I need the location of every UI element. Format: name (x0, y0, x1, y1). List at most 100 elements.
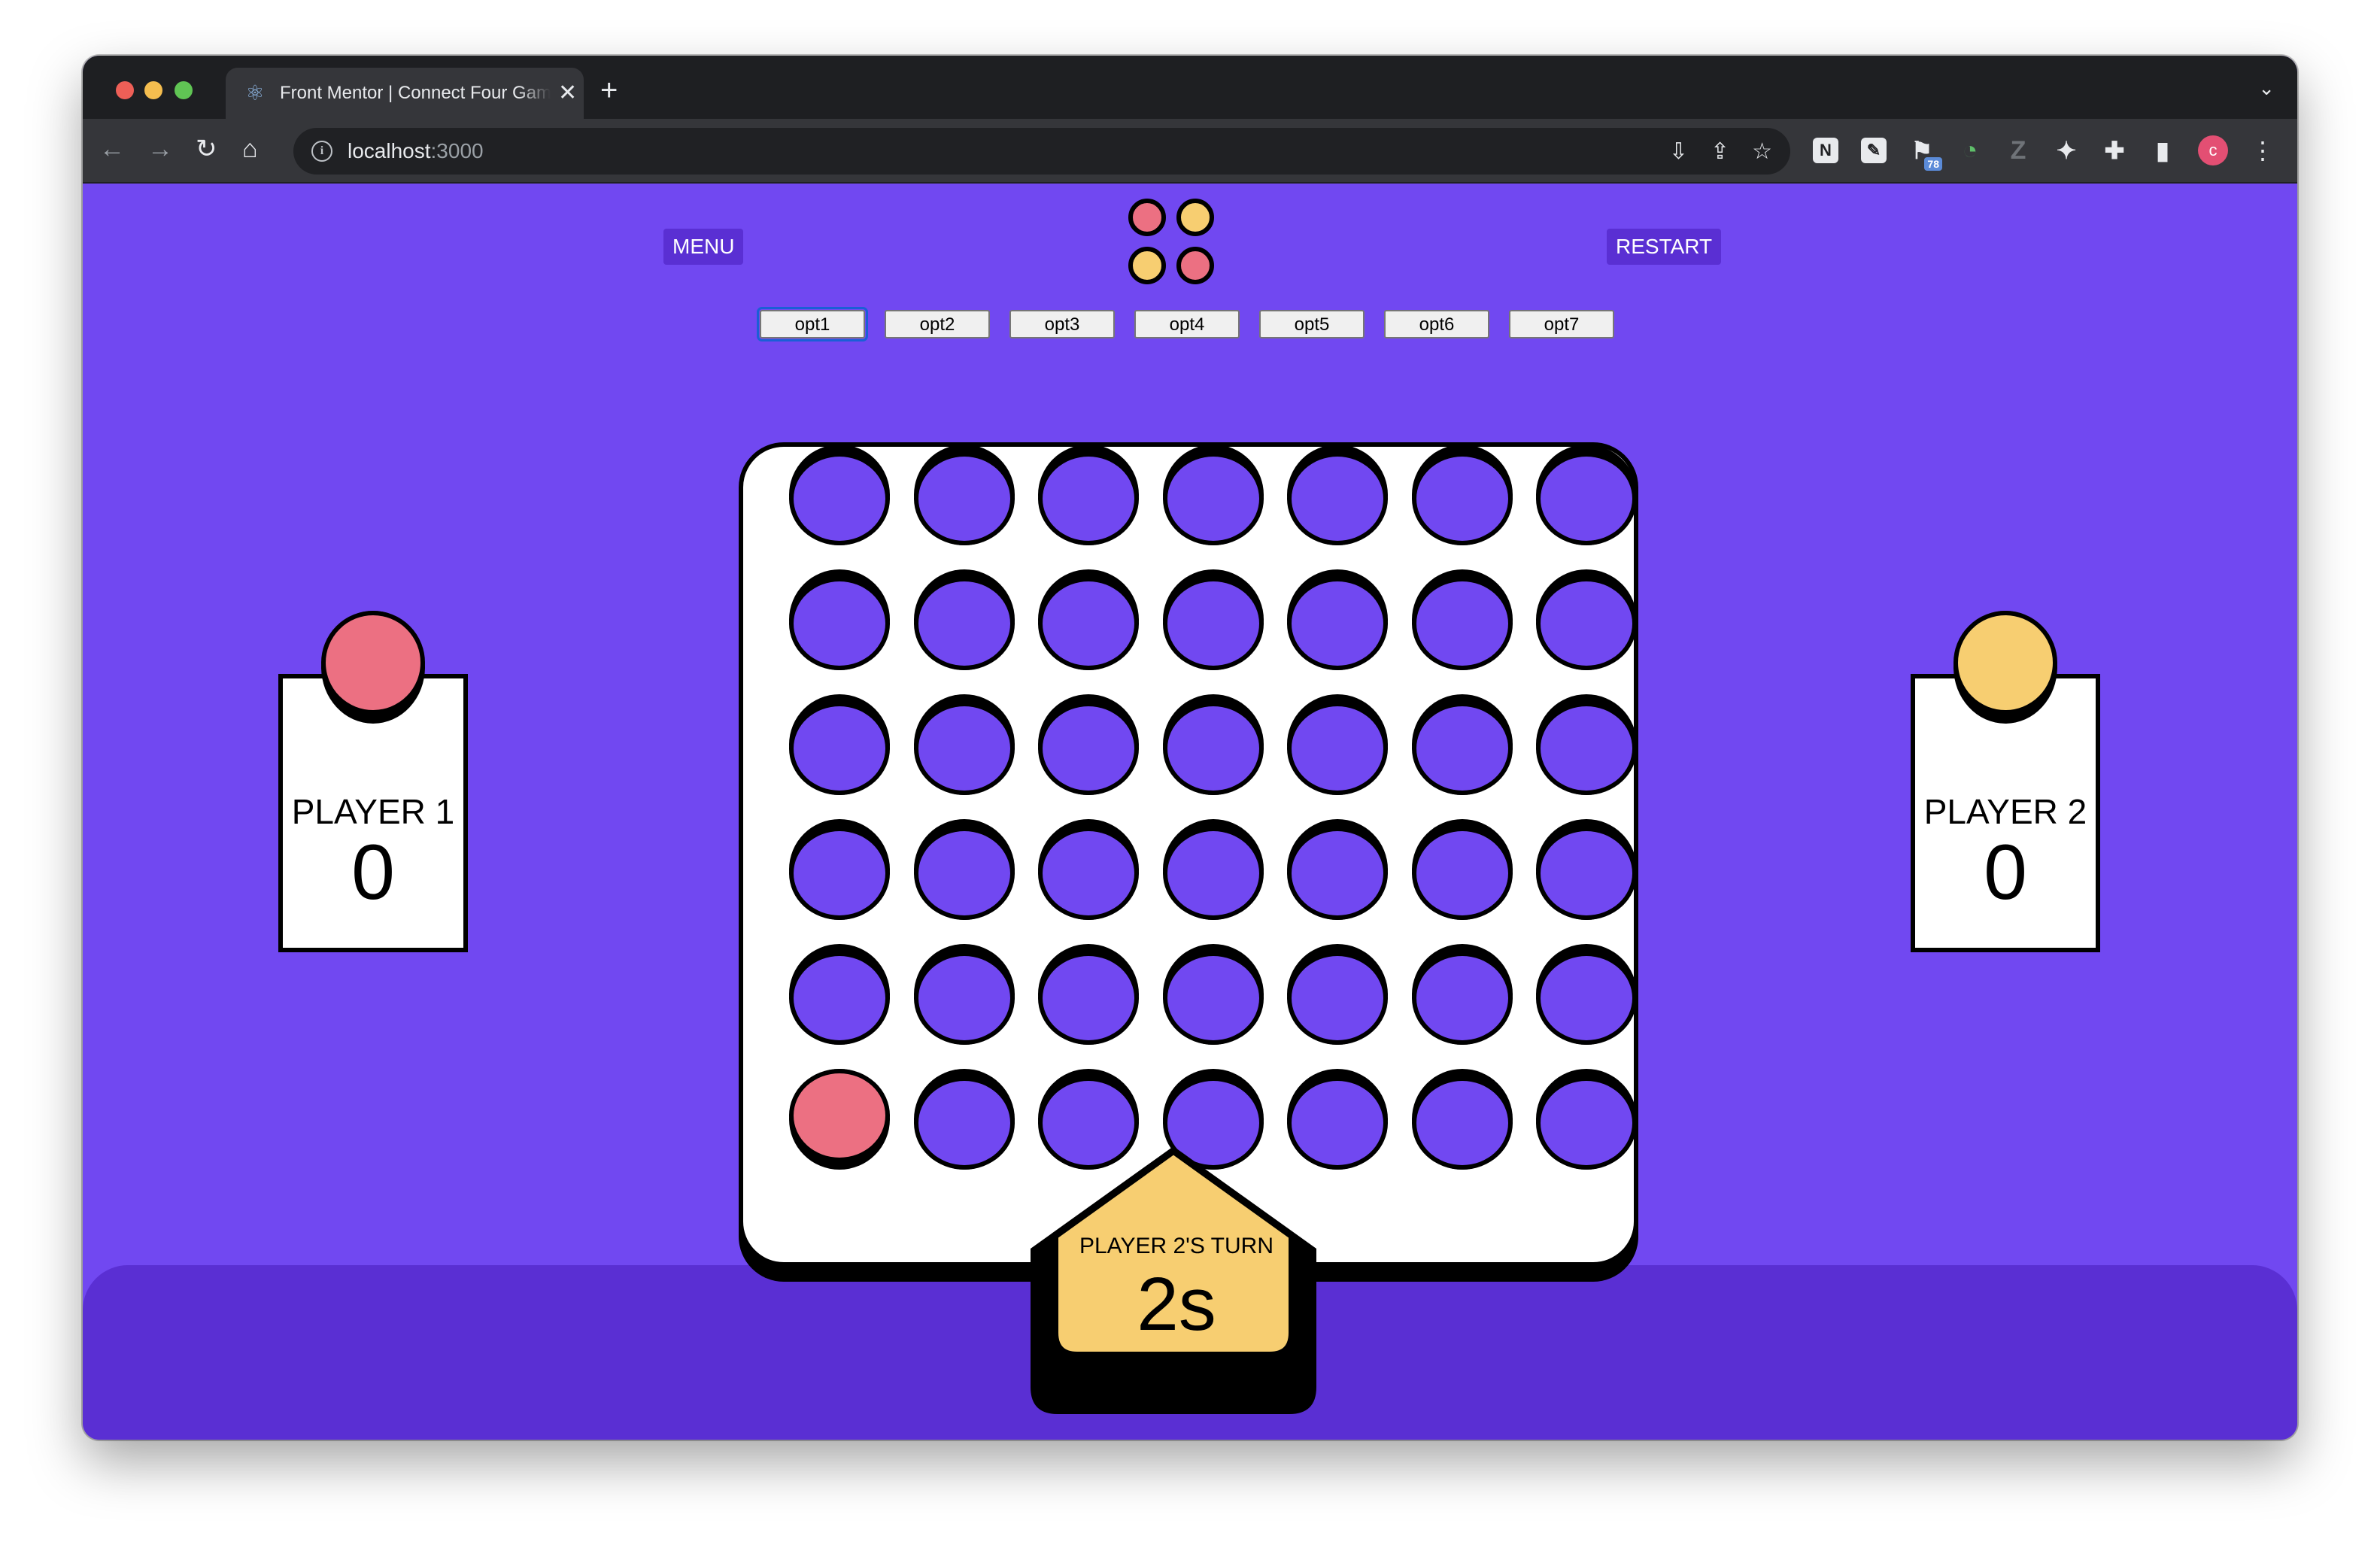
board-cell[interactable] (913, 445, 1015, 545)
board-cell[interactable] (789, 694, 890, 795)
edit-extension-icon[interactable]: ✎ (1861, 138, 1887, 163)
close-tab-icon[interactable]: ✕ (558, 82, 577, 105)
install-app-icon[interactable]: ⇩ (1669, 138, 1688, 165)
board-cell[interactable] (1038, 445, 1139, 545)
empty-slot (1162, 827, 1264, 920)
board-cell[interactable] (1411, 445, 1513, 545)
empty-slot (1536, 577, 1637, 670)
board-cell[interactable] (1411, 1069, 1513, 1170)
column-options: opt1 opt2 opt3 opt4 opt5 opt6 opt7 (757, 307, 1614, 341)
board-cell[interactable] (789, 1069, 890, 1170)
player-1-name: PLAYER 1 (291, 792, 455, 831)
board-cell[interactable] (1287, 445, 1388, 545)
board-cell[interactable] (1411, 819, 1513, 920)
empty-slot (1536, 1076, 1637, 1170)
board-cell[interactable] (789, 819, 890, 920)
board-cell[interactable] (789, 944, 890, 1045)
back-icon[interactable]: ← (99, 132, 125, 165)
profile-avatar[interactable]: c (2198, 135, 2228, 165)
board-cell[interactable] (1536, 819, 1637, 920)
reload-icon[interactable]: ↻ (196, 132, 217, 165)
column-option-4[interactable]: opt4 (1134, 310, 1240, 338)
board-cell[interactable] (1038, 944, 1139, 1045)
flag-extension-icon[interactable]: ⚑ 78 (1909, 138, 1942, 171)
turn-indicator: PLAYER 2'S TURN 2s (1031, 1146, 1316, 1414)
empty-slot (1536, 952, 1637, 1045)
empty-slot (1411, 952, 1513, 1045)
board-cell[interactable] (1162, 445, 1264, 545)
browser-tab[interactable]: ⚛ Front Mentor | Connect Four Game ✕ (226, 68, 584, 119)
new-tab-icon[interactable]: + (600, 72, 618, 108)
empty-slot (789, 827, 890, 920)
timer-extension-icon[interactable]: ◔ (1957, 138, 1983, 163)
board-cell[interactable] (913, 944, 1015, 1045)
column-option-1[interactable]: opt1 (757, 307, 868, 341)
empty-slot (789, 577, 890, 670)
sidebar-toggle-icon[interactable]: ▮ (2150, 138, 2175, 163)
empty-slot (1038, 702, 1139, 795)
empty-slot (789, 702, 890, 795)
share-icon[interactable]: ⇪ (1711, 138, 1729, 165)
board-cell[interactable] (1162, 694, 1264, 795)
empty-slot (1162, 702, 1264, 795)
tab-strip: ⚛ Front Mentor | Connect Four Game ✕ + ⌄ (83, 56, 2297, 119)
column-option-6[interactable]: opt6 (1384, 310, 1489, 338)
board-cell[interactable] (1287, 694, 1388, 795)
restart-button[interactable]: RESTART (1607, 229, 1722, 265)
logo-disc (1176, 247, 1214, 284)
board-cell[interactable] (1411, 694, 1513, 795)
column-option-3[interactable]: opt3 (1009, 310, 1115, 338)
close-window-button[interactable] (116, 81, 134, 99)
board-cell[interactable] (1536, 1069, 1637, 1170)
bookmark-star-icon[interactable]: ☆ (1752, 138, 1772, 165)
url-port: :3000 (430, 139, 484, 162)
empty-slot (1411, 702, 1513, 795)
board-cell[interactable] (1162, 819, 1264, 920)
magic-extension-icon[interactable]: ✦ (2054, 138, 2079, 163)
turn-label: PLAYER 2'S TURN (1079, 1234, 1273, 1258)
menu-button[interactable]: MENU (663, 229, 744, 265)
board-cell[interactable] (1038, 819, 1139, 920)
board-cell[interactable] (913, 694, 1015, 795)
column-option-5[interactable]: opt5 (1259, 310, 1365, 338)
home-icon[interactable]: ⌂ (242, 132, 258, 165)
board-cell[interactable] (1536, 694, 1637, 795)
column-option-2[interactable]: opt2 (885, 310, 990, 338)
empty-slot (1287, 952, 1388, 1045)
column-option-7[interactable]: opt7 (1509, 310, 1614, 338)
browser-toolbar: ← → ↻ ⌂ i localhost:3000 ⇩ ⇪ ☆ N ✎ ⚑ 78 ◔… (83, 119, 2297, 184)
forward-icon[interactable]: → (147, 132, 173, 165)
board-cell[interactable] (1287, 819, 1388, 920)
board-cell[interactable] (1411, 944, 1513, 1045)
minimize-window-button[interactable] (144, 81, 162, 99)
board-cell[interactable] (1536, 445, 1637, 545)
board-cell[interactable] (1038, 569, 1139, 670)
board-cell[interactable] (1287, 944, 1388, 1045)
logo-disc (1128, 199, 1166, 236)
board-cell[interactable] (1162, 569, 1264, 670)
empty-slot (1038, 577, 1139, 670)
board-cell[interactable] (1162, 944, 1264, 1045)
board-cell[interactable] (1411, 569, 1513, 670)
browser-window: ⚛ Front Mentor | Connect Four Game ✕ + ⌄… (83, 56, 2297, 1440)
empty-slot (789, 952, 890, 1045)
board-cell[interactable] (913, 569, 1015, 670)
empty-slot (913, 577, 1015, 670)
board-cell[interactable] (913, 1069, 1015, 1170)
notion-extension-icon[interactable]: N (1813, 138, 1838, 163)
site-info-icon[interactable]: i (311, 141, 332, 162)
board-cell[interactable] (1038, 694, 1139, 795)
puzzle-extensions-icon[interactable]: ✚ (2102, 138, 2127, 163)
more-menu-icon[interactable]: ⋮ (2251, 136, 2275, 165)
board-cell[interactable] (1536, 944, 1637, 1045)
game-page: MENU RESTART opt1 opt2 opt3 opt4 opt5 op… (83, 184, 2297, 1440)
address-bar[interactable]: i localhost:3000 ⇩ ⇪ ☆ (293, 128, 1790, 175)
tab-search-chevron-icon[interactable]: ⌄ (2258, 77, 2275, 100)
z-extension-icon[interactable]: Z (2005, 138, 2031, 163)
board-cell[interactable] (789, 445, 890, 545)
maximize-window-button[interactable] (175, 81, 193, 99)
board-cell[interactable] (1287, 569, 1388, 670)
board-cell[interactable] (913, 819, 1015, 920)
board-cell[interactable] (1536, 569, 1637, 670)
board-cell[interactable] (789, 569, 890, 670)
